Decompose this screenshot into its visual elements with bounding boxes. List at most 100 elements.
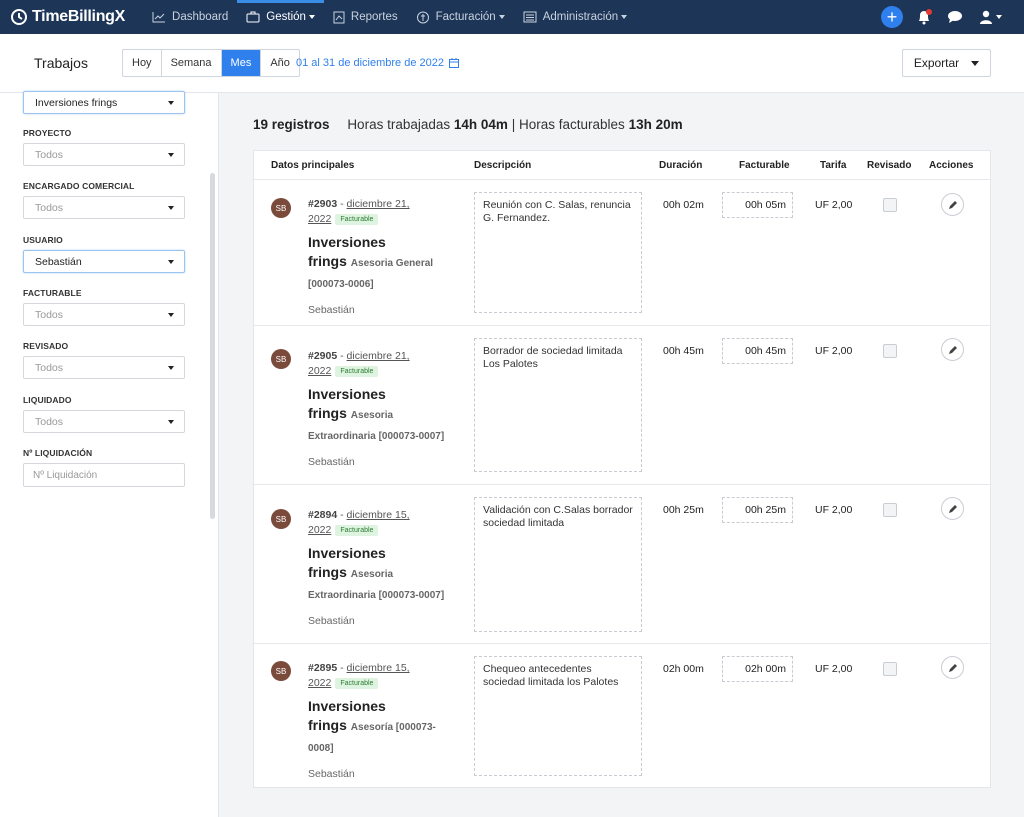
avatar: SB <box>271 509 291 529</box>
job-year[interactable]: 2022 <box>308 524 331 536</box>
pencil-icon <box>948 663 957 672</box>
cliente-select[interactable]: Inversiones frings <box>23 91 185 114</box>
edit-button[interactable] <box>941 338 964 361</box>
col-header-datos: Datos principales <box>271 160 355 171</box>
row-user: Sebastián <box>308 456 355 468</box>
revisado-label: REVISADO <box>23 341 69 351</box>
page-title: Trabajos <box>34 55 88 71</box>
filters-sidebar: Inversiones frings PROYECTO Todos ENCARG… <box>0 91 219 817</box>
period-ano-button[interactable]: Año <box>261 50 299 76</box>
proyecto-label: PROYECTO <box>23 128 72 138</box>
description-field[interactable]: Reunión con C. Salas, renuncia G. Fernan… <box>474 192 642 313</box>
pencil-icon <box>948 345 957 354</box>
col-header-tarifa: Tarifa <box>820 160 847 171</box>
chat-icon[interactable] <box>944 6 966 28</box>
period-semana-button[interactable]: Semana <box>162 50 222 76</box>
billable-time-field[interactable]: 02h 00m <box>722 656 793 682</box>
pencil-icon <box>948 504 957 513</box>
sidebar-scrollbar[interactable] <box>210 173 215 519</box>
billable-time-field[interactable]: 00h 25m <box>722 497 793 523</box>
description-field[interactable]: Validación con C.Salas borrador sociedad… <box>474 497 642 632</box>
reviewed-checkbox[interactable] <box>883 198 897 212</box>
duration-value: 00h 45m <box>663 345 704 357</box>
edit-button[interactable] <box>941 193 964 216</box>
reviewed-checkbox[interactable] <box>883 662 897 676</box>
revisado-value: Todos <box>35 361 64 374</box>
period-hoy-button[interactable]: Hoy <box>123 50 162 76</box>
report-icon <box>333 11 345 23</box>
billable-time-field[interactable]: 00h 05m <box>722 192 793 218</box>
facturable-value: Todos <box>35 308 64 321</box>
job-id[interactable]: #2894 <box>308 509 337 521</box>
job-year[interactable]: 2022 <box>308 677 331 689</box>
description-field[interactable]: Borrador de sociedad limitada Los Palote… <box>474 338 642 472</box>
row-main-data: #2894 - diciembre 15, 2022 Facturable Inv… <box>308 508 458 629</box>
encargado-label: ENCARGADO COMERCIAL <box>23 181 135 191</box>
job-date[interactable]: diciembre 15, <box>347 662 410 674</box>
liquidado-value: Todos <box>35 415 64 428</box>
job-year[interactable]: 2022 <box>308 213 331 225</box>
notifications-bell-icon[interactable] <box>913 6 935 28</box>
nav-label: Dashboard <box>172 11 229 23</box>
nav-item-gestion[interactable]: Gestión <box>237 0 324 34</box>
records-summary: 19 registros Horas trabajadas 14h 04m | … <box>253 117 683 132</box>
export-button[interactable]: Exportar <box>902 49 991 77</box>
user-menu-icon[interactable] <box>975 6 1005 28</box>
duration-value: 00h 02m <box>663 199 704 211</box>
chevron-down-icon <box>621 15 628 19</box>
proyecto-select[interactable]: Todos <box>23 143 185 166</box>
liquidacion-input[interactable]: Nº Liquidación <box>23 463 185 487</box>
job-id[interactable]: #2903 <box>308 198 337 210</box>
table-row: SB #2905 - diciembre 21, 2022 Facturable … <box>254 325 990 484</box>
row-main-data: #2895 - diciembre 15, 2022 Facturable Inv… <box>308 661 458 782</box>
reviewed-checkbox[interactable] <box>883 503 897 517</box>
app-logo[interactable]: TimeBillingX <box>10 8 125 26</box>
row-main-data: #2903 - diciembre 21, 2022 Facturable Inv… <box>308 197 458 318</box>
job-id[interactable]: #2895 <box>308 662 337 674</box>
rate-value: UF 2,00 <box>815 199 853 211</box>
table-row: SB #2894 - diciembre 15, 2022 Facturable … <box>254 484 990 643</box>
client-name: Inversiones frings Asesoria Extraordinari… <box>308 386 445 442</box>
chevron-down-icon <box>168 206 174 210</box>
billable-badge: Facturable <box>335 678 379 689</box>
job-id[interactable]: #2905 <box>308 350 337 362</box>
job-date[interactable]: diciembre 21, <box>347 198 410 210</box>
revisado-select[interactable]: Todos <box>23 356 185 379</box>
job-sep: - <box>337 198 347 210</box>
liquidacion-label: Nº LIQUIDACIÓN <box>23 448 93 458</box>
avatar: SB <box>271 349 291 369</box>
date-range-picker[interactable]: 01 al 31 de diciembre de 2022 <box>296 57 459 69</box>
nav-label: Gestión <box>266 11 306 23</box>
period-mes-button[interactable]: Mes <box>221 50 262 76</box>
nav-item-administracion[interactable]: Administración <box>514 0 636 34</box>
job-date[interactable]: diciembre 21, <box>347 350 410 362</box>
add-icon[interactable]: + <box>881 6 903 28</box>
description-field[interactable]: Chequeo antecedentes sociedad limitada l… <box>474 656 642 776</box>
edit-button[interactable] <box>941 497 964 520</box>
table-row: SB #2895 - diciembre 15, 2022 Facturable … <box>254 643 990 788</box>
chevron-down-icon <box>168 313 174 317</box>
billable-time-field[interactable]: 00h 45m <box>722 338 793 364</box>
nav-item-facturacion[interactable]: Facturación <box>407 0 514 34</box>
usuario-label: USUARIO <box>23 235 63 245</box>
encargado-select[interactable]: Todos <box>23 196 185 219</box>
chevron-down-icon <box>971 60 980 66</box>
pencil-icon <box>948 200 957 209</box>
nav-item-reportes[interactable]: Reportes <box>324 0 407 34</box>
reviewed-checkbox[interactable] <box>883 344 897 358</box>
job-date[interactable]: diciembre 15, <box>347 509 410 521</box>
job-year[interactable]: 2022 <box>308 365 331 377</box>
timer-logo-icon <box>11 9 27 25</box>
usuario-select[interactable]: Sebastián <box>23 250 185 273</box>
billable-hours-label: Horas facturables <box>518 117 625 132</box>
client-name: Inversiones frings Asesoría [000073-0008] <box>308 698 436 754</box>
cliente-value: Inversiones frings <box>35 96 118 109</box>
liquidado-select[interactable]: Todos <box>23 410 185 433</box>
page-header: Trabajos Hoy Semana Mes Año 01 al 31 de … <box>0 34 1024 93</box>
facturable-select[interactable]: Todos <box>23 303 185 326</box>
chevron-down-icon <box>168 260 174 264</box>
chevron-down-icon <box>168 101 174 105</box>
nav-label: Reportes <box>350 11 398 23</box>
nav-item-dashboard[interactable]: Dashboard <box>143 0 237 34</box>
edit-button[interactable] <box>941 656 964 679</box>
